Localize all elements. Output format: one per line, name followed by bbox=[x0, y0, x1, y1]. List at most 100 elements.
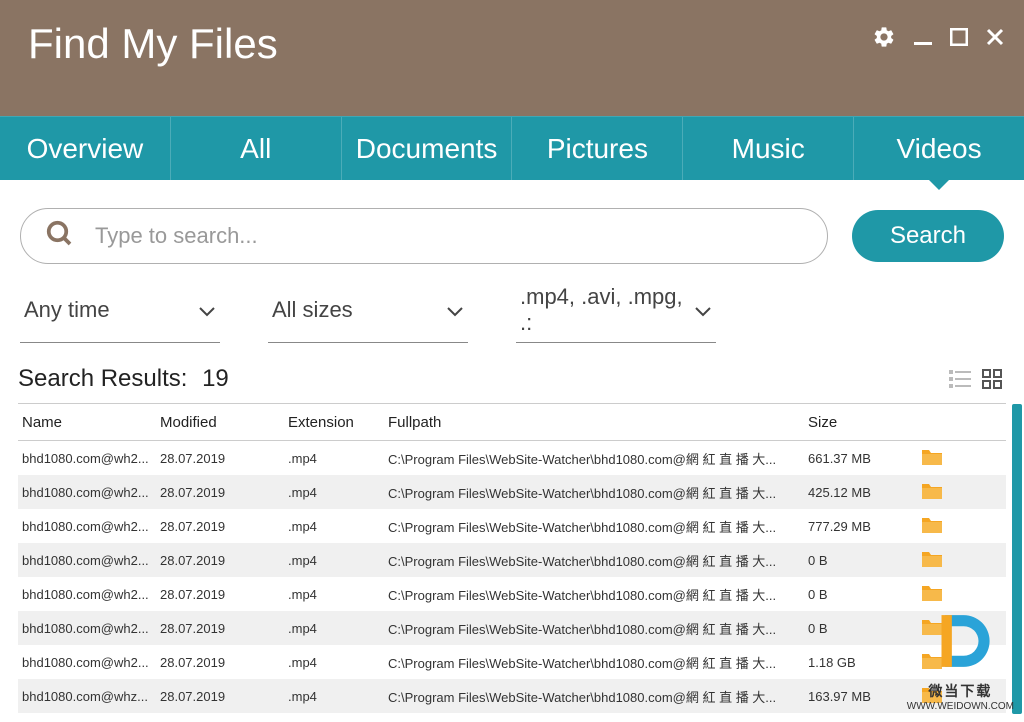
watermark-line1: 微当下载 bbox=[907, 681, 1014, 701]
category-tabs: Overview All Documents Pictures Music Vi… bbox=[0, 116, 1024, 180]
cell-modified: 28.07.2019 bbox=[160, 587, 288, 602]
search-row: Search bbox=[0, 180, 1024, 264]
col-size[interactable]: Size bbox=[808, 414, 906, 431]
cell-name: bhd1080.com@wh2... bbox=[18, 621, 160, 636]
watermark-logo-icon bbox=[923, 604, 997, 678]
table-header: Name Modified Extension Fullpath Size bbox=[18, 403, 1006, 441]
watermark-line2: WWW.WEIDOWN.COM bbox=[907, 701, 1014, 712]
folder-icon bbox=[920, 550, 944, 568]
cell-modified: 28.07.2019 bbox=[160, 621, 288, 636]
chevron-down-icon bbox=[694, 297, 712, 323]
cell-fullpath: C:\Program Files\WebSite-Watcher\bhd1080… bbox=[388, 687, 808, 706]
grid-view-icon[interactable] bbox=[980, 367, 1004, 391]
folder-icon bbox=[920, 448, 944, 466]
cell-extension: .mp4 bbox=[288, 689, 388, 704]
filter-size[interactable]: All sizes bbox=[268, 278, 468, 343]
filters: Any time All sizes .mp4, .avi, .mpg, .: bbox=[0, 264, 1024, 343]
tab-overview[interactable]: Overview bbox=[0, 117, 171, 180]
titlebar: Find My Files bbox=[0, 0, 1024, 116]
col-fullpath[interactable]: Fullpath bbox=[388, 414, 808, 431]
table-row[interactable]: bhd1080.com@wh2...28.07.2019.mp4C:\Progr… bbox=[18, 441, 1006, 475]
folder-icon bbox=[920, 482, 944, 500]
list-view-icon[interactable] bbox=[948, 367, 972, 391]
cell-fullpath: C:\Program Files\WebSite-Watcher\bhd1080… bbox=[388, 619, 808, 638]
col-extension[interactable]: Extension bbox=[288, 414, 388, 431]
search-input[interactable] bbox=[95, 223, 803, 249]
filter-time-label: Any time bbox=[24, 297, 110, 323]
chevron-down-icon bbox=[446, 297, 464, 323]
cell-size: 777.29 MB bbox=[808, 519, 906, 534]
cell-fullpath: C:\Program Files\WebSite-Watcher\bhd1080… bbox=[388, 517, 808, 536]
open-folder-button[interactable] bbox=[906, 550, 966, 571]
cell-size: 661.37 MB bbox=[808, 451, 906, 466]
close-icon[interactable] bbox=[986, 28, 1004, 46]
folder-icon bbox=[920, 516, 944, 534]
tab-pictures[interactable]: Pictures bbox=[512, 117, 683, 180]
search-box bbox=[20, 208, 828, 264]
open-folder-button[interactable] bbox=[906, 516, 966, 537]
filter-ext[interactable]: .mp4, .avi, .mpg, .: bbox=[516, 278, 716, 343]
open-folder-button[interactable] bbox=[906, 584, 966, 605]
cell-modified: 28.07.2019 bbox=[160, 451, 288, 466]
table-row[interactable]: bhd1080.com@wh2...28.07.2019.mp4C:\Progr… bbox=[18, 475, 1006, 509]
minimize-icon[interactable] bbox=[914, 28, 932, 46]
table-row[interactable]: bhd1080.com@whz...28.07.2019.mp4C:\Progr… bbox=[18, 679, 1006, 713]
cell-size: 163.97 MB bbox=[808, 689, 906, 704]
tab-documents[interactable]: Documents bbox=[342, 117, 513, 180]
cell-modified: 28.07.2019 bbox=[160, 553, 288, 568]
cell-modified: 28.07.2019 bbox=[160, 689, 288, 704]
watermark: 微当下载 WWW.WEIDOWN.COM bbox=[907, 604, 1014, 712]
cell-fullpath: C:\Program Files\WebSite-Watcher\bhd1080… bbox=[388, 483, 808, 502]
table-row[interactable]: bhd1080.com@wh2...28.07.2019.mp4C:\Progr… bbox=[18, 611, 1006, 645]
tab-music[interactable]: Music bbox=[683, 117, 854, 180]
cell-modified: 28.07.2019 bbox=[160, 519, 288, 534]
cell-modified: 28.07.2019 bbox=[160, 485, 288, 500]
table-row[interactable]: bhd1080.com@wh2...28.07.2019.mp4C:\Progr… bbox=[18, 509, 1006, 543]
table-row[interactable]: bhd1080.com@wh2...28.07.2019.mp4C:\Progr… bbox=[18, 645, 1006, 679]
cell-extension: .mp4 bbox=[288, 553, 388, 568]
cell-extension: .mp4 bbox=[288, 621, 388, 636]
tab-all[interactable]: All bbox=[171, 117, 342, 180]
results-label: Search Results: 19 bbox=[18, 365, 229, 393]
maximize-icon[interactable] bbox=[950, 28, 968, 46]
results-label-text: Search Results: bbox=[18, 365, 187, 392]
col-modified[interactable]: Modified bbox=[160, 414, 288, 431]
folder-icon bbox=[920, 584, 944, 602]
results-table: Name Modified Extension Fullpath Size bh… bbox=[0, 403, 1024, 713]
search-icon bbox=[45, 219, 95, 254]
window-controls bbox=[872, 25, 1004, 49]
tab-videos[interactable]: Videos bbox=[854, 117, 1024, 180]
cell-extension: .mp4 bbox=[288, 485, 388, 500]
cell-modified: 28.07.2019 bbox=[160, 655, 288, 670]
cell-size: 0 B bbox=[808, 553, 906, 568]
cell-name: bhd1080.com@whz... bbox=[18, 689, 160, 704]
cell-extension: .mp4 bbox=[288, 655, 388, 670]
view-toggle bbox=[948, 367, 1004, 391]
cell-size: 425.12 MB bbox=[808, 485, 906, 500]
cell-name: bhd1080.com@wh2... bbox=[18, 485, 160, 500]
cell-fullpath: C:\Program Files\WebSite-Watcher\bhd1080… bbox=[388, 449, 808, 468]
table-row[interactable]: bhd1080.com@wh2...28.07.2019.mp4C:\Progr… bbox=[18, 543, 1006, 577]
cell-name: bhd1080.com@wh2... bbox=[18, 655, 160, 670]
cell-size: 0 B bbox=[808, 587, 906, 602]
gear-icon[interactable] bbox=[872, 25, 896, 49]
open-folder-button[interactable] bbox=[906, 482, 966, 503]
search-button[interactable]: Search bbox=[852, 210, 1004, 262]
cell-size: 1.18 GB bbox=[808, 655, 906, 670]
cell-name: bhd1080.com@wh2... bbox=[18, 553, 160, 568]
table-row[interactable]: bhd1080.com@wh2...28.07.2019.mp4C:\Progr… bbox=[18, 577, 1006, 611]
open-folder-button[interactable] bbox=[906, 448, 966, 469]
cell-fullpath: C:\Program Files\WebSite-Watcher\bhd1080… bbox=[388, 585, 808, 604]
cell-name: bhd1080.com@wh2... bbox=[18, 451, 160, 466]
cell-name: bhd1080.com@wh2... bbox=[18, 519, 160, 534]
cell-size: 0 B bbox=[808, 621, 906, 636]
cell-extension: .mp4 bbox=[288, 587, 388, 602]
results-header: Search Results: 19 bbox=[0, 343, 1024, 403]
col-name[interactable]: Name bbox=[18, 414, 160, 431]
cell-fullpath: C:\Program Files\WebSite-Watcher\bhd1080… bbox=[388, 551, 808, 570]
filter-size-label: All sizes bbox=[272, 297, 353, 323]
cell-extension: .mp4 bbox=[288, 451, 388, 466]
cell-extension: .mp4 bbox=[288, 519, 388, 534]
filter-time[interactable]: Any time bbox=[20, 278, 220, 343]
chevron-down-icon bbox=[198, 297, 216, 323]
